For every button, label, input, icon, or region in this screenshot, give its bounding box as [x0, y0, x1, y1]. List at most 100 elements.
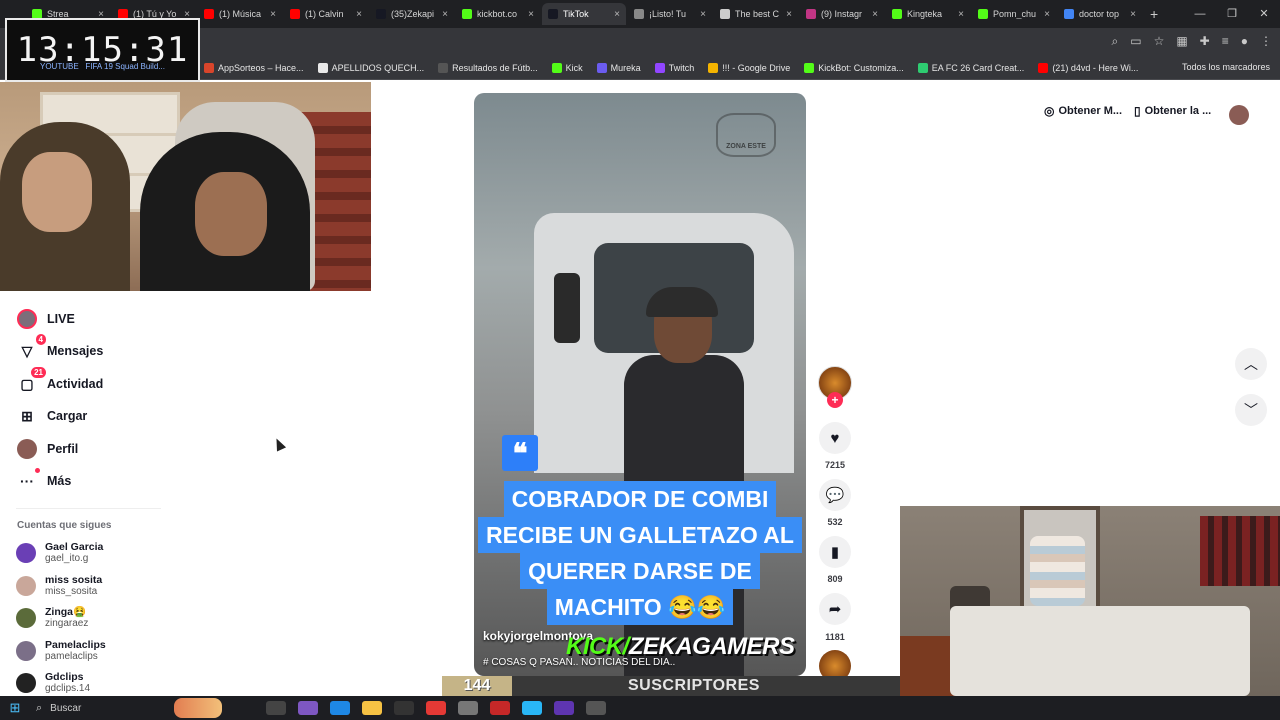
bookmark-favicon-icon — [204, 62, 214, 73]
edge-icon[interactable] — [330, 701, 350, 715]
save-count: 809 — [827, 574, 843, 584]
restore-button[interactable]: ❐ — [1216, 0, 1248, 28]
like-count: 7215 — [824, 460, 846, 470]
browser-tab[interactable]: Pomn_chu × — [972, 3, 1056, 25]
bookmark-item[interactable]: Mureka — [596, 62, 641, 73]
video-player[interactable]: ZONA ESTE ❝ COBRADOR DE COMBI RECIBE UN … — [474, 93, 806, 676]
puzzle-icon[interactable]: ✚ — [1200, 34, 1210, 49]
close-tab-icon[interactable]: × — [270, 9, 276, 20]
bookmark-item[interactable]: APELLIDOS QUECH... — [317, 62, 424, 73]
bookmark-item[interactable]: Resultados de Fútb... — [438, 62, 538, 73]
bookmark-item[interactable]: Twitch — [654, 62, 694, 73]
menu-icon[interactable]: ⋮ — [1260, 34, 1272, 49]
file-explorer-icon[interactable] — [362, 701, 382, 715]
bookmark-item[interactable]: !!! - Google Drive — [708, 62, 790, 73]
bookmark-item[interactable]: KickBot: Customiza... — [804, 62, 904, 73]
browser-tab[interactable]: Kingteka × — [886, 3, 970, 25]
youtube-icon — [290, 9, 300, 19]
close-tab-icon[interactable]: × — [528, 9, 534, 20]
account-name: Gael Garcia — [45, 541, 104, 553]
sidebar-item-mas[interactable]: ··· Más — [16, 468, 71, 492]
browser-tab[interactable]: kickbot.co × — [456, 3, 540, 25]
followed-account[interactable]: Zinga🤮 zingaraez — [16, 606, 88, 630]
bookmark-item[interactable]: EA FC 26 Card Creat... — [917, 62, 1024, 73]
followed-account[interactable]: Gdclips gdclips.14 — [16, 671, 90, 695]
browser-tab[interactable]: TikTok × — [542, 3, 626, 25]
tab-label: (1) Calvin — [305, 9, 344, 19]
sidebar-item-actividad[interactable]: ▢ 21 Actividad — [16, 367, 103, 395]
browser-tab[interactable]: (9) Instagr × — [800, 3, 884, 25]
previous-video-button[interactable]: ︿ — [1235, 348, 1267, 380]
comment-icon: 💬 — [825, 487, 845, 504]
sidebar-item-perfil[interactable]: Perfil — [16, 438, 78, 460]
share-button[interactable]: ➦ — [819, 593, 851, 625]
all-bookmarks-link[interactable]: Todos los marcadores — [1182, 62, 1270, 72]
comment-button[interactable]: 💬 — [819, 479, 851, 511]
next-video-button[interactable]: ﹀ — [1235, 394, 1267, 426]
obs-icon[interactable] — [490, 701, 510, 715]
get-app-button[interactable]: ▯ Obtener la ... — [1134, 104, 1211, 118]
account-name: Gdclips — [45, 671, 84, 683]
close-tab-icon[interactable]: × — [1130, 9, 1136, 20]
quote-icon: ❝ — [502, 435, 538, 471]
browser-tab[interactable]: (35)Zekapi × — [370, 3, 454, 25]
new-tab-button[interactable]: + — [1150, 6, 1158, 22]
sidebar-item-live[interactable]: LIVE — [16, 308, 75, 330]
tab-label: Kingteka — [907, 9, 943, 19]
account-handle: miss_sosita — [45, 585, 98, 597]
close-tab-icon[interactable]: × — [872, 9, 878, 20]
close-tab-icon[interactable]: × — [614, 9, 620, 20]
close-tab-icon[interactable]: × — [958, 9, 964, 20]
account-handle: gael_ito.g — [45, 553, 89, 564]
app-icon[interactable] — [394, 701, 414, 715]
followed-account[interactable]: Gael Garcia gael_ito.g — [16, 541, 103, 565]
close-window-button[interactable]: ✕ — [1248, 0, 1280, 28]
windows-start-icon[interactable]: ⊞ — [0, 696, 30, 720]
browser-tab[interactable]: (1) Música × — [198, 3, 282, 25]
taskbar-apps — [260, 701, 612, 715]
avatar — [16, 673, 36, 693]
app-icon-4[interactable] — [586, 701, 606, 715]
browser-tab[interactable]: The best C × — [714, 3, 798, 25]
app-icon-2[interactable] — [458, 701, 478, 715]
kick-banner: KICK/ZEKAGAMERS — [566, 633, 795, 661]
sidebar-item-cargar[interactable]: ⊞ Cargar — [16, 405, 87, 427]
bookmark-item[interactable]: (21) d4vd - Here Wi... — [1038, 62, 1138, 73]
extension-icon[interactable]: ▦ — [1176, 34, 1187, 49]
toolbar-icons: ⌕ ▭ ☆ ▦ ✚ ≡ ● ⋮ — [1111, 34, 1272, 49]
profile-avatar-icon — [16, 438, 38, 460]
chrome-icon[interactable] — [426, 701, 446, 715]
followed-account[interactable]: miss sosita miss_sosita — [16, 574, 102, 598]
close-tab-icon[interactable]: × — [700, 9, 706, 20]
zoom-icon[interactable]: ⌕ — [1111, 34, 1118, 49]
minimize-button[interactable]: — — [1184, 0, 1216, 28]
close-tab-icon[interactable]: × — [442, 9, 448, 20]
bookmark-star-icon[interactable]: ☆ — [1154, 34, 1165, 49]
discord-icon[interactable] — [554, 701, 574, 715]
browser-tab[interactable]: ¡Listo! Tu × — [628, 3, 712, 25]
cast-icon[interactable]: ▭ — [1130, 34, 1141, 49]
task-view-icon[interactable] — [266, 701, 286, 715]
weather-widget[interactable] — [174, 698, 222, 718]
bookmark-item[interactable]: Kick — [551, 62, 583, 73]
save-button[interactable]: ▮ — [819, 536, 851, 568]
like-button[interactable]: ♥ — [819, 422, 851, 454]
copilot-icon[interactable] — [298, 701, 318, 715]
bookmark-item[interactable]: AppSorteos – Hace... — [204, 62, 304, 73]
sidebar-item-mensajes[interactable]: ▽ 4 Mensajes — [16, 334, 103, 362]
account-handle: pamelaclips — [45, 650, 98, 662]
browser-tab[interactable]: doctor top × — [1058, 3, 1142, 25]
followed-account[interactable]: Pamelaclips pamelaclips — [16, 639, 106, 663]
close-tab-icon[interactable]: × — [356, 9, 362, 20]
get-coins-button[interactable]: ◎ Obtener M... — [1044, 104, 1122, 118]
user-avatar[interactable] — [1229, 105, 1249, 125]
follow-plus-icon[interactable]: + — [827, 392, 843, 408]
media-icon[interactable]: ≡ — [1222, 34, 1229, 49]
close-tab-icon[interactable]: × — [1044, 9, 1050, 20]
app-icon-3[interactable] — [522, 701, 542, 715]
browser-tab[interactable]: (1) Calvin × — [284, 3, 368, 25]
search-placeholder: Buscar — [50, 702, 82, 714]
partial-bookmark-labels: YOUTUBE FIFA 19 Squad Build... — [40, 62, 165, 71]
close-tab-icon[interactable]: × — [786, 9, 792, 20]
profile-icon[interactable]: ● — [1241, 34, 1248, 49]
